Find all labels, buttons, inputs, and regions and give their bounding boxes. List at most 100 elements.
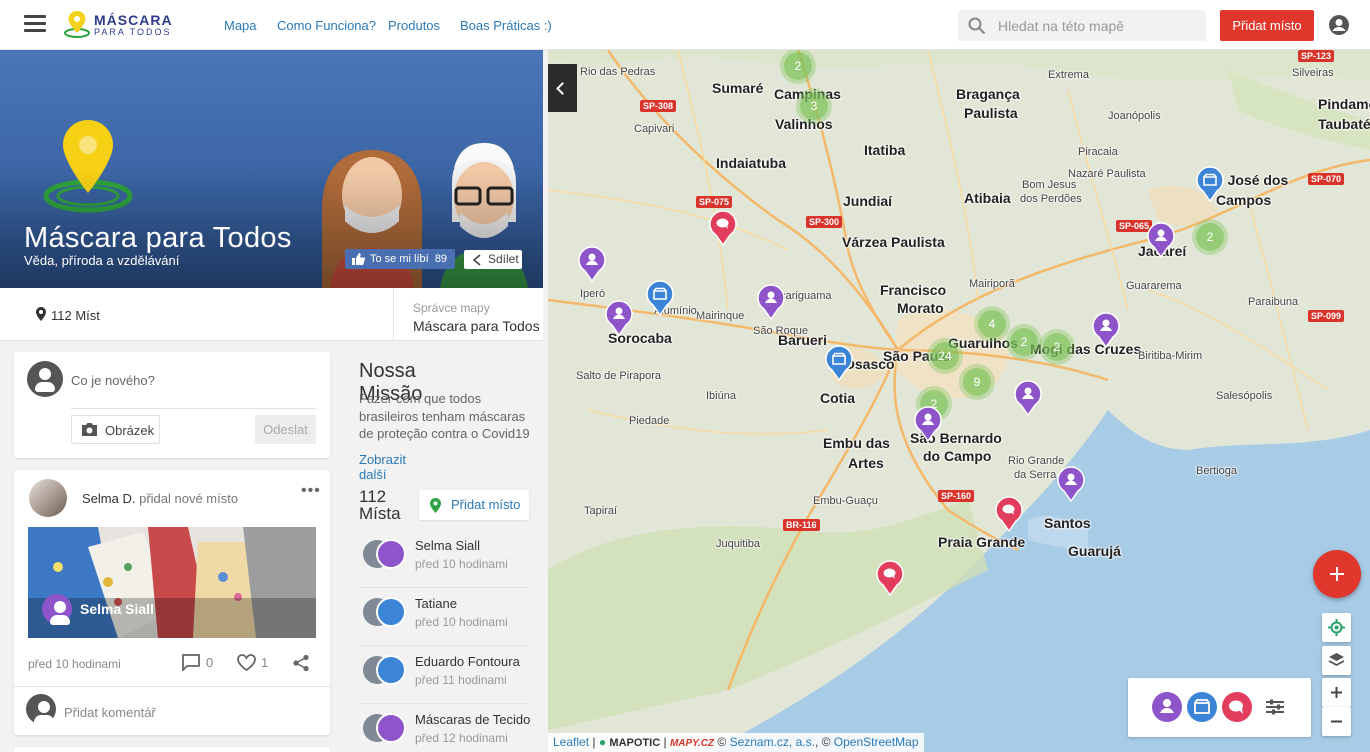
map-town-label: Salesópolis	[1216, 390, 1273, 402]
top-bar: MÁSCARA PARA TODOS Mapa Como Funciona? P…	[0, 0, 1370, 50]
places-count-label: Místa	[359, 504, 401, 523]
map-town-label: Bertioga	[1196, 465, 1237, 477]
filter-shop-icon[interactable]	[1187, 692, 1217, 722]
map-marker-user-icon[interactable]	[578, 246, 606, 287]
place-user-icon	[42, 594, 72, 625]
map-marker-user-icon[interactable]	[757, 284, 785, 325]
show-more-link[interactable]: Zobrazit další	[359, 452, 406, 482]
post-composer: Co je nového? Obrázek Odeslat	[14, 352, 330, 458]
place-list-item[interactable]: Tatiane před 10 hodinami	[359, 588, 529, 646]
more-options-icon[interactable]: •••	[301, 482, 321, 500]
search-icon	[968, 17, 986, 35]
post-action: přidal nové místo	[139, 491, 239, 506]
map-title: Máscara para Todos	[24, 222, 292, 254]
post-image[interactable]: Selma Siall	[28, 527, 316, 638]
comment-input[interactable]: Přidat komentář	[64, 705, 156, 720]
marker-cluster[interactable]: 2	[1196, 223, 1224, 251]
marker-cluster[interactable]: 2	[784, 52, 812, 80]
place-list-item[interactable]: Máscaras de Tecido před 12 hodinami	[359, 704, 531, 752]
filter-chat-icon[interactable]	[1222, 692, 1252, 722]
marker-cluster[interactable]: 4	[978, 310, 1006, 338]
marker-cluster[interactable]: 24	[931, 342, 959, 370]
nav-como-funciona[interactable]: Como Funciona?	[277, 18, 376, 33]
map-view[interactable]: SumaréCampinasValinhosBragançaPaulistaIt…	[548, 50, 1370, 752]
mapy-logo[interactable]: MAPY.CZ	[670, 738, 714, 749]
map-marker-shop-icon[interactable]	[825, 345, 853, 386]
map-marker-user-icon[interactable]	[1057, 466, 1085, 507]
map-city-label: Cotia	[820, 390, 855, 406]
zoom-out-button[interactable]	[1322, 707, 1351, 736]
marker-cluster[interactable]: 3	[800, 92, 828, 120]
add-place-small-button[interactable]: Přidat místo	[419, 490, 529, 520]
logo-subtext: PARA TODOS	[94, 27, 172, 37]
collapse-panel-button[interactable]	[548, 64, 577, 112]
nav-boas-praticas[interactable]: Boas Práticas :)	[460, 18, 552, 33]
heart-icon[interactable]	[237, 654, 256, 671]
author-avatar[interactable]	[29, 479, 67, 517]
nav-produtos[interactable]: Produtos	[388, 18, 440, 33]
comment-icon[interactable]	[182, 654, 200, 671]
map-town-label: da Serra	[1014, 469, 1057, 481]
filter-settings-icon[interactable]	[1265, 697, 1285, 717]
map-city-label: Sumaré	[712, 80, 764, 96]
place-name: Máscaras de Tecido	[415, 712, 531, 727]
place-name: Tatiane	[415, 596, 457, 611]
osm-link[interactable]: OpenStreetMap	[834, 735, 919, 749]
marker-cluster[interactable]: 2	[1043, 333, 1071, 361]
account-icon[interactable]	[1328, 14, 1350, 36]
road-sign: SP-308	[640, 100, 677, 112]
map-marker-chat-icon[interactable]	[995, 496, 1023, 537]
place-list-item[interactable]: Eduardo Fontoura před 11 hodinami	[359, 646, 529, 704]
site-logo[interactable]: MÁSCARA PARA TODOS	[64, 10, 174, 40]
map-marker-user-icon[interactable]	[1092, 312, 1120, 353]
map-marker-chat-icon[interactable]	[709, 210, 737, 251]
map-marker-shop-icon[interactable]	[646, 280, 674, 321]
geolocate-button[interactable]	[1322, 613, 1351, 642]
map-marker-user-icon[interactable]	[605, 300, 633, 341]
share-post-icon[interactable]	[292, 654, 310, 672]
add-image-button[interactable]: Obrázek	[71, 415, 160, 444]
map-town-label: Capivari	[634, 123, 675, 135]
share-button[interactable]: Sdílet	[464, 250, 522, 269]
map-city-label: Embu das	[823, 435, 890, 451]
mapotic-logo[interactable]: MAPOTIC	[609, 737, 660, 749]
send-button[interactable]: Odeslat	[255, 415, 316, 444]
map-town-label: São Roque	[753, 325, 809, 337]
map-town-label: Biritiba-Mirim	[1138, 350, 1203, 362]
map-town-label: Rio das Pedras	[580, 66, 656, 78]
map-city-label: Jundiaí	[843, 193, 893, 209]
map-city-label: Guarulhos	[948, 335, 1019, 351]
post-author[interactable]: Selma D.	[82, 491, 135, 506]
place-list-item[interactable]: Selma Siall před 10 hodinami	[359, 530, 529, 588]
add-place-fab[interactable]	[1313, 550, 1361, 598]
zoom-in-button[interactable]	[1322, 678, 1351, 707]
admin-name[interactable]: Máscara para Todos	[413, 318, 540, 334]
map-marker-shop-icon[interactable]	[1196, 166, 1224, 207]
search-input[interactable]	[998, 10, 1198, 41]
map-town-label: Silveiras	[1292, 67, 1334, 79]
map-city-label: Paulista	[964, 105, 1018, 121]
composer-input[interactable]: Co je nového?	[71, 373, 155, 388]
filter-user-icon[interactable]	[1152, 692, 1182, 722]
add-pin-icon	[430, 498, 441, 513]
marker-cluster[interactable]: 2	[1010, 328, 1038, 356]
map-marker-user-icon[interactable]	[914, 406, 942, 447]
marker-cluster[interactable]: 9	[963, 368, 991, 396]
menu-icon[interactable]	[24, 15, 46, 33]
map-city-label: Artes	[848, 455, 884, 471]
map-marker-user-icon[interactable]	[1014, 380, 1042, 421]
like-label: To se mi líbí	[370, 253, 429, 265]
map-marker-chat-icon[interactable]	[876, 560, 904, 601]
map-town-label: Bom Jesus	[1022, 179, 1077, 191]
plus-icon	[1331, 687, 1342, 698]
seznam-link[interactable]: Seznam.cz, a.s.	[730, 735, 815, 749]
post-place-name[interactable]: Selma Siall	[80, 601, 154, 617]
add-place-button[interactable]: Přidat místo	[1220, 10, 1314, 41]
layers-button[interactable]	[1322, 646, 1351, 675]
nav-mapa[interactable]: Mapa	[224, 18, 257, 33]
like-button[interactable]: To se mi líbí 89	[345, 249, 455, 269]
leaflet-link[interactable]: Leaflet	[553, 735, 589, 749]
map-marker-user-icon[interactable]	[1147, 222, 1175, 263]
map-attribution: Leaflet | ● MAPOTIC | MAPY.CZ © Seznam.c…	[548, 733, 924, 752]
map-town-label: Ibiúna	[706, 390, 736, 402]
